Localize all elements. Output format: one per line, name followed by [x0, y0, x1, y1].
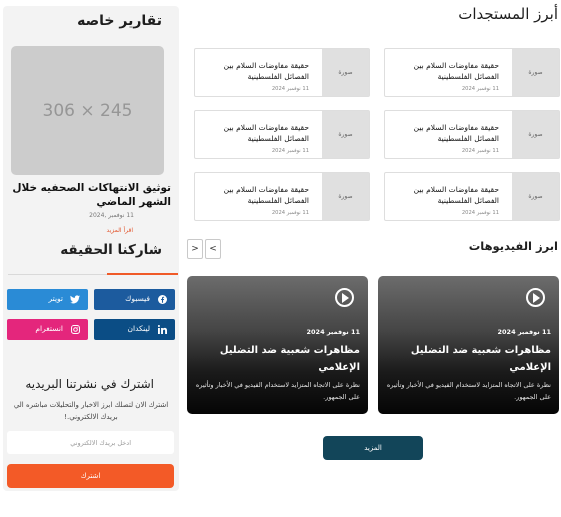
section-divider-accent	[107, 273, 178, 275]
facebook-icon	[157, 294, 167, 305]
read-more-link[interactable]: اقرأ المزيد	[106, 227, 133, 234]
play-icon[interactable]	[335, 288, 354, 307]
video-title[interactable]: مظاهرات شعبية ضد التضليل الإعلامي	[195, 342, 360, 376]
chevron-left-icon: <	[191, 244, 199, 254]
newsletter-title: اشترك في نشرتنا البريديه	[25, 377, 154, 391]
news-card[interactable]: صورة حقيقة مفاوضات السلام بين الفصائل ال…	[384, 48, 560, 97]
video-date: 11 نوفمبر 2024	[306, 328, 361, 336]
news-card-title[interactable]: حقيقة مفاوضات السلام بين الفصائل الفلسطي…	[199, 60, 309, 82]
facebook-button[interactable]: فيسبوك	[94, 289, 175, 310]
linkedin-button[interactable]: لينكدان	[94, 319, 175, 340]
news-card[interactable]: صورة حقيقة مفاوضات السلام بين الفصائل ال…	[194, 110, 370, 159]
report-image-placeholder[interactable]: 306 × 245	[11, 46, 164, 175]
news-card[interactable]: صورة حقيقة مفاوضات السلام بين الفصائل ال…	[384, 172, 560, 221]
news-card-thumbnail: صورة	[322, 173, 369, 220]
instagram-button[interactable]: انستغرام	[7, 319, 88, 340]
news-card-date: 11 نوفمبر 2024	[271, 148, 309, 154]
video-description: نظرة على الاتجاه المتزايد لاستخدام الفيد…	[386, 381, 551, 401]
news-card[interactable]: صورة حقيقة مفاوضات السلام بين الفصائل ال…	[194, 48, 370, 97]
news-card-date: 11 نوفمبر 2024	[461, 148, 499, 154]
instagram-label: انستغرام	[35, 324, 63, 333]
section-divider	[8, 273, 178, 275]
video-card[interactable]: 11 نوفمبر 2024 مظاهرات شعبية ضد التضليل …	[378, 276, 559, 414]
news-card-date: 11 نوفمبر 2024	[461, 210, 499, 216]
subscribe-button[interactable]: اشترك	[7, 464, 174, 488]
news-card-date: 11 نوفمبر 2024	[461, 86, 499, 92]
news-card-date: 11 نوفمبر 2024	[271, 210, 309, 216]
video-title[interactable]: مظاهرات شعبية ضد التضليل الإعلامي	[386, 342, 551, 376]
instagram-icon	[70, 324, 80, 335]
carousel-next-button[interactable]: >	[205, 239, 221, 259]
twitter-button[interactable]: تويتر	[7, 289, 88, 310]
news-card-thumbnail: صورة	[512, 111, 559, 158]
linkedin-icon	[157, 324, 167, 335]
video-date: 11 نوفمبر 2024	[497, 328, 552, 336]
news-card[interactable]: صورة حقيقة مفاوضات السلام بين الفصائل ال…	[384, 110, 560, 159]
news-card-title[interactable]: حقيقة مفاوضات السلام بين الفصائل الفلسطي…	[389, 122, 499, 144]
play-icon[interactable]	[526, 288, 545, 307]
video-card[interactable]: 11 نوفمبر 2024 مظاهرات شعبية ضد التضليل …	[187, 276, 368, 414]
news-card-title[interactable]: حقيقة مفاوضات السلام بين الفصائل الفلسطي…	[389, 60, 499, 82]
news-card-thumbnail: صورة	[322, 49, 369, 96]
linkedin-label: لينكدان	[127, 324, 150, 333]
news-card-title[interactable]: حقيقة مفاوضات السلام بين الفصائل الفلسطي…	[389, 184, 499, 206]
twitter-label: تويتر	[48, 294, 63, 303]
news-card-thumbnail: صورة	[512, 173, 559, 220]
report-article-date: 11 نوفمبر ,2024	[89, 212, 134, 219]
sidebar: تقارير خاصه 306 × 245 توثيق الانتهاكات ا…	[3, 6, 179, 491]
news-card-date: 11 نوفمبر 2024	[271, 86, 309, 92]
news-card[interactable]: صورة حقيقة مفاوضات السلام بين الفصائل ال…	[194, 172, 370, 221]
news-card-thumbnail: صورة	[512, 49, 559, 96]
top-videos-title: ابرز الفيديوهات	[468, 239, 558, 253]
video-description: نظرة على الاتجاه المتزايد لاستخدام الفيد…	[195, 381, 360, 401]
news-card-thumbnail: صورة	[322, 111, 369, 158]
special-reports-title: تقارير خاصه	[77, 13, 162, 29]
twitter-icon	[70, 294, 80, 305]
chevron-right-icon: >	[209, 244, 217, 254]
report-article-title[interactable]: توثيق الانتهاكات الصحفيه خلال الشهر الما…	[9, 181, 171, 209]
news-card-title[interactable]: حقيقة مفاوضات السلام بين الفصائل الفلسطي…	[199, 122, 309, 144]
newsletter-description: اشترك الان لتصلك ابرز الاخبار والتحليلات…	[13, 401, 169, 421]
newsletter-email-input[interactable]	[7, 431, 174, 454]
carousel-prev-button[interactable]: <	[187, 239, 203, 259]
more-videos-button[interactable]: المزيد	[323, 436, 423, 460]
news-card-title[interactable]: حقيقة مفاوضات السلام بين الفصائل الفلسطي…	[199, 184, 309, 206]
share-truth-title: شاركنا الحقيقه	[60, 242, 162, 258]
facebook-label: فيسبوك	[125, 294, 150, 303]
